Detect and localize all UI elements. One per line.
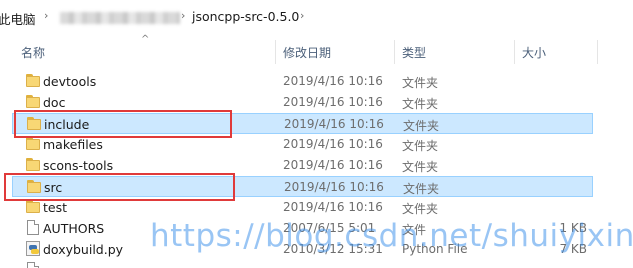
item-type: 文件夹 (402, 139, 439, 153)
python-file-icon (26, 241, 40, 256)
breadcrumb-separator-icon[interactable]: › (300, 9, 304, 22)
column-header-size[interactable]: 大小 (522, 44, 546, 61)
column-header-date[interactable]: 修改日期 (283, 44, 331, 61)
column-divider[interactable] (597, 40, 598, 64)
item-name: doc (43, 95, 66, 110)
item-type: 文件夹 (402, 76, 439, 90)
file-icon (27, 220, 39, 235)
column-divider[interactable] (394, 40, 395, 64)
folder-icon (26, 200, 40, 213)
annotation-highlight-box (4, 173, 235, 201)
breadcrumb-current-folder[interactable]: jsoncpp-src-0.5.0 (192, 9, 299, 24)
item-date: 2019/4/16 10:16 (283, 137, 383, 151)
item-type: 文件夹 (402, 97, 439, 111)
breadcrumb-hidden-segment[interactable]: ████████ (60, 12, 180, 24)
breadcrumb: 此电脑 › ████████ › jsoncpp-src-0.5.0 › (0, 0, 633, 34)
item-type: 文件夹 (402, 160, 439, 174)
sort-ascending-icon: ^ (141, 34, 150, 45)
item-date: 2019/4/16 10:16 (283, 158, 383, 172)
folder-icon (26, 137, 40, 150)
item-name: doxybuild.py (43, 242, 124, 257)
item-name: AUTHORS (43, 221, 105, 236)
list-item[interactable]: devtools 2019/4/16 10:16 文件夹 (12, 71, 593, 92)
column-divider[interactable] (514, 40, 515, 64)
item-type: 文件夹 (402, 202, 439, 216)
item-date: 2019/4/16 10:16 (283, 74, 383, 88)
folder-icon (26, 74, 40, 87)
folder-icon (26, 95, 40, 108)
item-type: 文件夹 (403, 119, 440, 133)
folder-icon (26, 158, 40, 171)
item-name: makefiles (43, 137, 103, 152)
item-date: 2019/4/16 10:16 (284, 180, 384, 194)
breadcrumb-this-pc[interactable]: 此电脑 (0, 9, 36, 28)
item-name: scons-tools (43, 158, 114, 173)
column-header-type[interactable]: 类型 (402, 44, 426, 61)
column-header-name[interactable]: 名称 (21, 44, 45, 61)
file-icon (27, 262, 39, 268)
item-date: 2019/4/16 10:16 (283, 95, 383, 109)
breadcrumb-separator-icon[interactable]: › (44, 9, 48, 22)
item-type: 文件夹 (403, 182, 440, 196)
item-name: test (43, 200, 68, 215)
item-name: devtools (43, 74, 97, 89)
watermark-url: https://blog.csdn.net/shuiyixin (150, 218, 633, 254)
item-date: 2019/4/16 10:16 (283, 200, 383, 214)
breadcrumb-separator-icon[interactable]: › (181, 9, 185, 22)
item-date: 2019/4/16 10:16 (284, 117, 384, 131)
column-header-row: ^ 名称 修改日期 类型 大小 (0, 34, 633, 70)
column-divider[interactable] (275, 40, 276, 64)
list-item[interactable] (12, 260, 593, 268)
annotation-highlight-box (14, 110, 232, 138)
